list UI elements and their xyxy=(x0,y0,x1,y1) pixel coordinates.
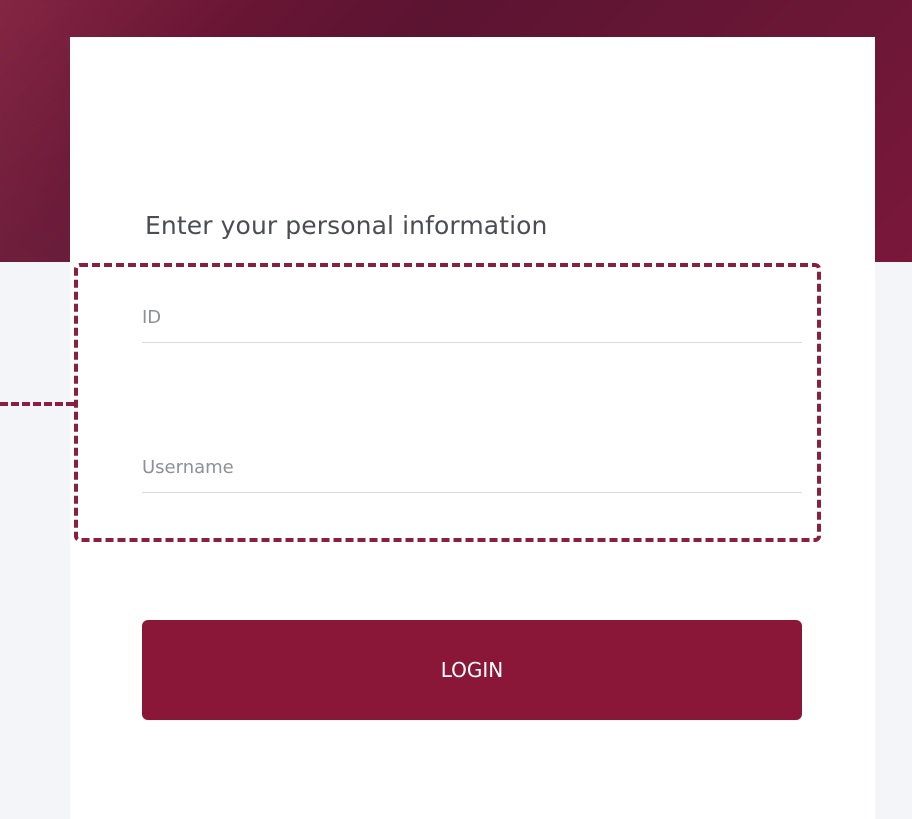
username-input[interactable] xyxy=(142,453,802,493)
login-button[interactable]: LOGIN xyxy=(142,620,802,720)
highlight-connector xyxy=(0,402,74,406)
id-field xyxy=(142,303,802,343)
id-input[interactable] xyxy=(142,303,802,343)
username-field xyxy=(142,453,802,493)
form-title: Enter your personal information xyxy=(145,211,548,240)
